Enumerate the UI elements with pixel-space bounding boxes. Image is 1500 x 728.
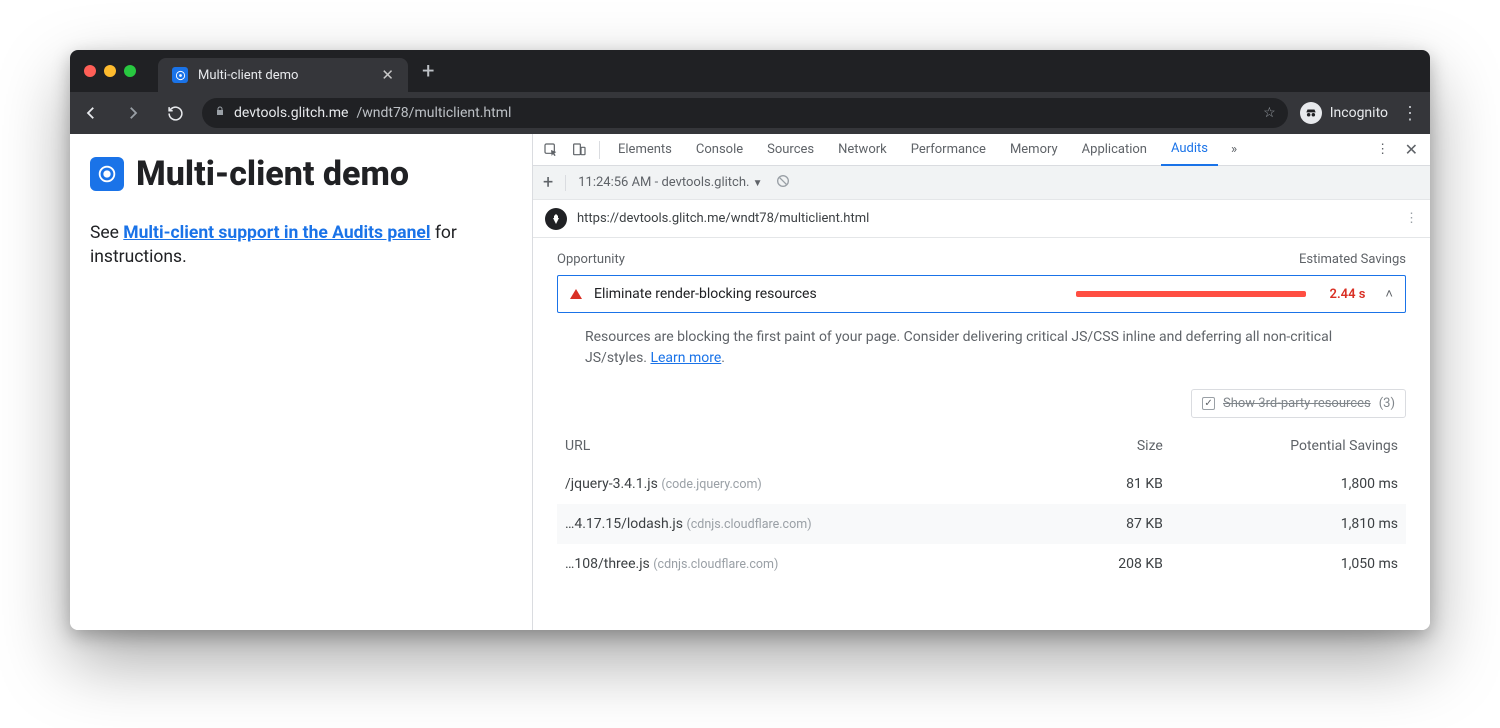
browser-tab[interactable]: Multi-client demo ✕ — [158, 58, 408, 92]
lock-icon — [214, 105, 226, 121]
col-url: URL — [557, 428, 1056, 464]
resources-table: URL Size Potential Savings /jquery-3.4.1… — [557, 428, 1406, 584]
tab-sources[interactable]: Sources — [757, 134, 824, 166]
close-tab-icon[interactable]: ✕ — [381, 66, 394, 84]
browser-menu-icon[interactable]: ⋮ — [1400, 103, 1420, 124]
audits-link[interactable]: Multi-client support in the Audits panel — [123, 223, 430, 243]
new-tab-button[interactable]: + — [422, 59, 434, 84]
page-paragraph: See Multi-client support in the Audits p… — [90, 222, 512, 269]
res-size: 87 KB — [1056, 504, 1171, 544]
audit-body: Opportunity Estimated Savings Eliminate … — [533, 238, 1430, 584]
checkbox-icon[interactable]: ✓ — [1202, 397, 1215, 410]
savings-bar — [1076, 291, 1306, 297]
res-size: 208 KB — [1056, 544, 1171, 584]
res-path: …108/three.js — [565, 556, 650, 572]
reload-button[interactable] — [160, 98, 190, 128]
inspect-icon[interactable] — [539, 138, 563, 162]
bookmark-icon[interactable]: ☆ — [1263, 105, 1276, 121]
paragraph-pre: See — [90, 223, 123, 243]
tab-performance[interactable]: Performance — [901, 134, 996, 166]
browser-window: Multi-client demo ✕ + devtools.glitch.me… — [70, 50, 1430, 630]
audits-subbar: + 11:24:56 AM - devtools.glitch. ▼ — [533, 166, 1430, 200]
forward-button[interactable] — [118, 98, 148, 128]
res-savings: 1,810 ms — [1171, 504, 1406, 544]
zoom-window-icon[interactable] — [124, 65, 136, 77]
window-controls — [70, 65, 150, 77]
third-party-count: (3) — [1379, 396, 1395, 411]
tab-elements[interactable]: Elements — [608, 134, 682, 166]
page-title: Multi-client demo — [90, 154, 512, 194]
res-origin: (cdnjs.cloudflare.com) — [653, 557, 778, 572]
incognito-label: Incognito — [1330, 105, 1388, 121]
lighthouse-icon — [545, 208, 567, 230]
page-logo-icon — [90, 157, 124, 191]
third-party-label: Show 3rd-party resources — [1223, 396, 1371, 411]
tab-application[interactable]: Application — [1072, 134, 1157, 166]
audit-url-row: https://devtools.glitch.me/wndt78/multic… — [533, 200, 1430, 238]
third-party-toggle[interactable]: ✓ Show 3rd-party resources (3) — [1191, 389, 1406, 418]
res-origin: (cdnjs.cloudflare.com) — [686, 517, 811, 532]
devtools-menu-icon[interactable]: ⋮ — [1371, 138, 1395, 162]
warning-triangle-icon — [570, 289, 582, 299]
res-savings: 1,800 ms — [1171, 464, 1406, 504]
chevron-up-icon: ˄ — [1385, 286, 1393, 302]
audit-url-menu-icon[interactable]: ⋮ — [1405, 211, 1418, 226]
more-tabs-icon[interactable]: » — [1222, 138, 1246, 162]
opportunity-title: Eliminate render-blocking resources — [594, 286, 817, 302]
opportunity-time: 2.44 s — [1330, 287, 1366, 302]
audit-select-label: 11:24:56 AM - devtools.glitch. — [578, 175, 749, 190]
devtools-close-icon[interactable]: ✕ — [1399, 140, 1424, 159]
table-row: …108/three.js (cdnjs.cloudflare.com) 208… — [557, 544, 1406, 584]
devtools-panel: Elements Console Sources Network Perform… — [532, 134, 1430, 630]
opportunity-header: Opportunity — [557, 252, 625, 267]
tab-strip: Multi-client demo ✕ + — [70, 50, 1430, 92]
col-size: Size — [1056, 428, 1171, 464]
url-path: /wndt78/multiclient.html — [356, 105, 511, 121]
back-button[interactable] — [76, 98, 106, 128]
address-bar[interactable]: devtools.glitch.me/wndt78/multiclient.ht… — [202, 98, 1288, 128]
res-size: 81 KB — [1056, 464, 1171, 504]
res-path: …4.17.15/lodash.js — [565, 516, 683, 532]
table-row: /jquery-3.4.1.js (code.jquery.com) 81 KB… — [557, 464, 1406, 504]
col-savings: Potential Savings — [1171, 428, 1406, 464]
incognito-icon — [1300, 102, 1322, 124]
res-savings: 1,050 ms — [1171, 544, 1406, 584]
res-path: /jquery-3.4.1.js — [565, 476, 658, 492]
minimize-window-icon[interactable] — [104, 65, 116, 77]
url-host: devtools.glitch.me — [234, 105, 348, 121]
browser-toolbar: devtools.glitch.me/wndt78/multiclient.ht… — [70, 92, 1430, 134]
clear-icon[interactable] — [775, 173, 791, 193]
chevron-down-icon: ▼ — [753, 178, 763, 189]
new-audit-button[interactable]: + — [543, 172, 553, 193]
audit-select[interactable]: 11:24:56 AM - devtools.glitch. ▼ — [578, 175, 762, 190]
favicon-icon — [172, 67, 188, 83]
devtools-tabs: Elements Console Sources Network Perform… — [533, 134, 1430, 166]
res-origin: (code.jquery.com) — [661, 477, 761, 492]
page-content: Multi-client demo See Multi-client suppo… — [70, 134, 532, 630]
tab-audits[interactable]: Audits — [1161, 134, 1218, 166]
learn-more-link[interactable]: Learn more — [650, 350, 721, 366]
page-heading-text: Multi-client demo — [136, 154, 409, 194]
savings-header: Estimated Savings — [1299, 252, 1406, 267]
table-row: …4.17.15/lodash.js (cdnjs.cloudflare.com… — [557, 504, 1406, 544]
close-window-icon[interactable] — [84, 65, 96, 77]
device-toggle-icon[interactable] — [567, 138, 591, 162]
tab-network[interactable]: Network — [828, 134, 897, 166]
audit-url: https://devtools.glitch.me/wndt78/multic… — [577, 211, 869, 226]
opportunity-row[interactable]: Eliminate render-blocking resources 2.44… — [557, 275, 1406, 313]
tab-memory[interactable]: Memory — [1000, 134, 1068, 166]
opportunity-description: Resources are blocking the first paint o… — [557, 313, 1406, 375]
tab-title: Multi-client demo — [198, 68, 298, 83]
tab-console[interactable]: Console — [686, 134, 753, 166]
incognito-indicator[interactable]: Incognito — [1300, 102, 1388, 124]
